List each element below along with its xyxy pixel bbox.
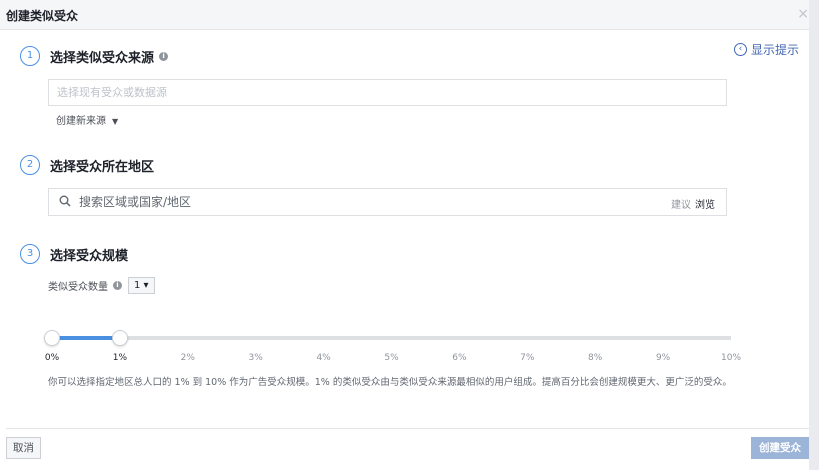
create-new-source-label: 创建新来源 <box>56 116 106 127</box>
slider-handle-start[interactable] <box>44 330 60 346</box>
info-icon[interactable]: i <box>113 281 122 290</box>
info-icon[interactable]: i <box>159 51 169 61</box>
page-scroll-edge <box>809 0 819 470</box>
location-search-input[interactable] <box>49 189 726 215</box>
cancel-button[interactable]: 取消 <box>6 437 41 459</box>
close-icon[interactable]: × <box>797 6 809 22</box>
slider-fill <box>52 336 120 340</box>
source-field <box>48 79 727 106</box>
create-new-source-dropdown[interactable]: 创建新来源 ▼ <box>56 112 118 127</box>
slider-tick-labels: 0% 1% 2% 3% 4% 5% 6% 7% 8% 9% 10% <box>45 353 741 365</box>
audience-size-slider[interactable] <box>44 330 731 346</box>
step-title: 选择受众规模 <box>50 248 129 264</box>
dialog-header: 创建类似受众 × <box>0 0 819 30</box>
chevron-left-circle-icon: ‹ <box>733 43 747 56</box>
create-lookalike-dialog: 创建类似受众 × ‹ 显示提示 1 选择类似受众来源 i 创建新来源 ▼ 2 选择… <box>0 0 819 470</box>
step-title: 选择受众所在地区 <box>50 159 155 175</box>
location-actions: 建议 浏览 <box>671 196 715 211</box>
slider-tick-label: 5% <box>384 353 399 363</box>
step-number: 1 <box>20 46 40 66</box>
size-description: 你可以选择指定地区总人口的 1% 到 10% 作为广告受众规模。1% 的类似受众… <box>48 377 732 388</box>
slider-tick-label: 10% <box>720 353 742 363</box>
slider-tick-label: 2% <box>180 353 195 363</box>
lookalike-count-label: 类似受众数量 <box>48 282 108 293</box>
source-input[interactable] <box>49 80 726 105</box>
slider-tick-label: 4% <box>316 353 331 363</box>
lookalike-count-row: 类似受众数量 i 1 ▾ <box>48 277 155 294</box>
step-size: 3 选择受众规模 <box>20 244 128 264</box>
slider-track[interactable] <box>52 336 731 340</box>
lookalike-count-select[interactable]: 1 ▾ <box>128 277 155 294</box>
suggest-label: 建议 <box>671 200 691 211</box>
slider-handle-end[interactable] <box>111 330 128 346</box>
slider-tick-label: 8% <box>588 353 603 363</box>
slider-tick-label: 6% <box>452 353 467 363</box>
footer-divider <box>6 428 809 429</box>
step-source: 1 选择类似受众来源 i <box>20 46 169 66</box>
slider-tick-label: 3% <box>248 353 263 363</box>
step-title: 选择类似受众来源 <box>50 50 155 66</box>
step-number: 2 <box>20 155 40 175</box>
slider-tick-label: 0% <box>44 353 60 363</box>
search-icon <box>59 195 71 207</box>
create-audience-button[interactable]: 创建受众 <box>751 437 809 459</box>
slider-tick-label: 1% <box>112 353 128 363</box>
location-search-field: 建议浏览 <box>48 188 727 216</box>
caret-down-icon: ▼ <box>112 117 119 126</box>
show-hint-label: 显示提示 <box>750 43 799 57</box>
step-location: 2 选择受众所在地区 <box>20 155 154 175</box>
slider-tick-label: 9% <box>655 353 671 363</box>
browse-link[interactable]: 浏览 <box>695 200 715 211</box>
step-number: 3 <box>20 244 40 264</box>
dialog-title: 创建类似受众 <box>6 9 79 23</box>
show-hint-link[interactable]: ‹ 显示提示 <box>733 41 799 58</box>
slider-tick-label: 7% <box>520 353 535 363</box>
